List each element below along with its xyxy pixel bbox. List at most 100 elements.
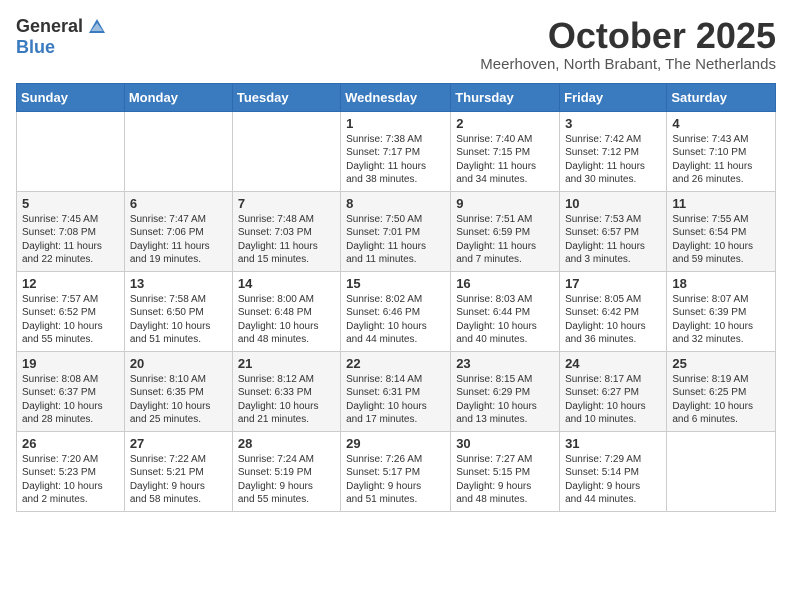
day-info: Sunrise: 7:26 AM Sunset: 5:17 PM Dayligh… [346, 453, 445, 507]
weekday-header-thursday: Thursday [451, 83, 560, 111]
calendar-cell: 10 Sunrise: 7:53 AM Sunset: 6:57 PM Dayli… [560, 191, 667, 271]
calendar-cell: 26 Sunrise: 7:20 AM Sunset: 5:23 PM Dayli… [17, 431, 125, 511]
day-number: 25 [672, 356, 770, 371]
day-number: 18 [672, 276, 770, 291]
calendar-week-row: 5Sunrise: 7:45 AM Sunset: 7:08 PM Daylig… [17, 191, 776, 271]
weekday-header-friday: Friday [560, 83, 667, 111]
calendar-cell: 31Sunrise: 7:29 AM Sunset: 5:14 PM Dayli… [560, 431, 667, 511]
calendar-cell: 14Sunrise: 8:00 AM Sunset: 6:48 PM Dayli… [232, 271, 340, 351]
day-number: 4 [672, 116, 770, 131]
day-number: 16 [456, 276, 554, 291]
calendar-cell: 3Sunrise: 7:42 AM Sunset: 7:12 PM Daylig… [560, 111, 667, 191]
day-info: Sunrise: 7:53 AM Sunset: 6:57 PM Dayligh… [565, 213, 661, 267]
day-info: Sunrise: 7:48 AM Sunset: 7:03 PM Dayligh… [238, 213, 335, 267]
day-info: Sunrise: 8:00 AM Sunset: 6:48 PM Dayligh… [238, 293, 335, 347]
calendar-cell: 21 Sunrise: 8:12 AM Sunset: 6:33 PM Dayli… [232, 351, 340, 431]
day-number: 8 [346, 196, 445, 211]
calendar-cell: 29 Sunrise: 7:26 AM Sunset: 5:17 PM Dayli… [341, 431, 451, 511]
day-info: Sunrise: 7:38 AM Sunset: 7:17 PM Dayligh… [346, 133, 445, 187]
day-number: 9 [456, 196, 554, 211]
logo: General Blue [16, 16, 107, 58]
calendar-cell: 30 Sunrise: 7:27 AM Sunset: 5:15 PM Dayli… [451, 431, 560, 511]
calendar-cell: 16 Sunrise: 8:03 AM Sunset: 6:44 PM Dayli… [451, 271, 560, 351]
calendar-cell: 24 Sunrise: 8:17 AM Sunset: 6:27 PM Dayli… [560, 351, 667, 431]
calendar-cell: 28Sunrise: 7:24 AM Sunset: 5:19 PM Dayli… [232, 431, 340, 511]
day-info: Sunrise: 8:05 AM Sunset: 6:42 PM Dayligh… [565, 293, 661, 347]
calendar-week-row: 1 Sunrise: 7:38 AM Sunset: 7:17 PM Daylig… [17, 111, 776, 191]
calendar-cell: 23 Sunrise: 8:15 AM Sunset: 6:29 PM Dayli… [451, 351, 560, 431]
calendar-cell: 9 Sunrise: 7:51 AM Sunset: 6:59 PM Daylig… [451, 191, 560, 271]
weekday-header-saturday: Saturday [667, 83, 776, 111]
day-number: 29 [346, 436, 445, 451]
calendar-cell: 5Sunrise: 7:45 AM Sunset: 7:08 PM Daylig… [17, 191, 125, 271]
day-number: 21 [238, 356, 335, 371]
day-info: Sunrise: 7:20 AM Sunset: 5:23 PM Dayligh… [22, 453, 119, 507]
day-number: 15 [346, 276, 445, 291]
calendar-cell: 17Sunrise: 8:05 AM Sunset: 6:42 PM Dayli… [560, 271, 667, 351]
day-info: Sunrise: 8:12 AM Sunset: 6:33 PM Dayligh… [238, 373, 335, 427]
day-info: Sunrise: 7:22 AM Sunset: 5:21 PM Dayligh… [130, 453, 227, 507]
logo-icon [87, 17, 107, 37]
day-number: 10 [565, 196, 661, 211]
day-info: Sunrise: 8:07 AM Sunset: 6:39 PM Dayligh… [672, 293, 770, 347]
calendar-cell: 25Sunrise: 8:19 AM Sunset: 6:25 PM Dayli… [667, 351, 776, 431]
day-info: Sunrise: 7:50 AM Sunset: 7:01 PM Dayligh… [346, 213, 445, 267]
day-info: Sunrise: 7:51 AM Sunset: 6:59 PM Dayligh… [456, 213, 554, 267]
weekday-header-wednesday: Wednesday [341, 83, 451, 111]
day-number: 24 [565, 356, 661, 371]
day-number: 30 [456, 436, 554, 451]
calendar-cell: 11Sunrise: 7:55 AM Sunset: 6:54 PM Dayli… [667, 191, 776, 271]
day-info: Sunrise: 7:29 AM Sunset: 5:14 PM Dayligh… [565, 453, 661, 507]
weekday-header-monday: Monday [124, 83, 232, 111]
weekday-header-tuesday: Tuesday [232, 83, 340, 111]
day-info: Sunrise: 8:10 AM Sunset: 6:35 PM Dayligh… [130, 373, 227, 427]
calendar-cell: 15 Sunrise: 8:02 AM Sunset: 6:46 PM Dayli… [341, 271, 451, 351]
title-area: October 2025 Meerhoven, North Brabant, T… [480, 16, 776, 73]
day-info: Sunrise: 7:43 AM Sunset: 7:10 PM Dayligh… [672, 133, 770, 187]
day-number: 26 [22, 436, 119, 451]
logo-general-text: General [16, 16, 83, 37]
calendar-cell: 6Sunrise: 7:47 AM Sunset: 7:06 PM Daylig… [124, 191, 232, 271]
calendar-cell: 19 Sunrise: 8:08 AM Sunset: 6:37 PM Dayli… [17, 351, 125, 431]
day-number: 27 [130, 436, 227, 451]
day-info: Sunrise: 8:15 AM Sunset: 6:29 PM Dayligh… [456, 373, 554, 427]
calendar-cell: 12 Sunrise: 7:57 AM Sunset: 6:52 PM Dayli… [17, 271, 125, 351]
day-number: 7 [238, 196, 335, 211]
month-title: October 2025 [480, 16, 776, 56]
day-info: Sunrise: 8:08 AM Sunset: 6:37 PM Dayligh… [22, 373, 119, 427]
day-number: 1 [346, 116, 445, 131]
calendar-cell: 22 Sunrise: 8:14 AM Sunset: 6:31 PM Dayli… [341, 351, 451, 431]
day-info: Sunrise: 8:14 AM Sunset: 6:31 PM Dayligh… [346, 373, 445, 427]
day-number: 23 [456, 356, 554, 371]
calendar-cell: 27 Sunrise: 7:22 AM Sunset: 5:21 PM Dayli… [124, 431, 232, 511]
day-number: 19 [22, 356, 119, 371]
calendar-cell: 20Sunrise: 8:10 AM Sunset: 6:35 PM Dayli… [124, 351, 232, 431]
day-info: Sunrise: 7:42 AM Sunset: 7:12 PM Dayligh… [565, 133, 661, 187]
calendar-cell: 2Sunrise: 7:40 AM Sunset: 7:15 PM Daylig… [451, 111, 560, 191]
day-number: 12 [22, 276, 119, 291]
day-info: Sunrise: 7:45 AM Sunset: 7:08 PM Dayligh… [22, 213, 119, 267]
day-info: Sunrise: 7:27 AM Sunset: 5:15 PM Dayligh… [456, 453, 554, 507]
calendar-cell: 7 Sunrise: 7:48 AM Sunset: 7:03 PM Daylig… [232, 191, 340, 271]
calendar-cell: 18 Sunrise: 8:07 AM Sunset: 6:39 PM Dayli… [667, 271, 776, 351]
day-info: Sunrise: 8:17 AM Sunset: 6:27 PM Dayligh… [565, 373, 661, 427]
calendar-week-row: 19 Sunrise: 8:08 AM Sunset: 6:37 PM Dayli… [17, 351, 776, 431]
day-info: Sunrise: 7:57 AM Sunset: 6:52 PM Dayligh… [22, 293, 119, 347]
day-number: 22 [346, 356, 445, 371]
day-info: Sunrise: 8:03 AM Sunset: 6:44 PM Dayligh… [456, 293, 554, 347]
calendar-cell [232, 111, 340, 191]
calendar-table: SundayMondayTuesdayWednesdayThursdayFrid… [16, 83, 776, 512]
day-number: 13 [130, 276, 227, 291]
location-title: Meerhoven, North Brabant, The Netherland… [480, 56, 776, 73]
calendar-cell: 8 Sunrise: 7:50 AM Sunset: 7:01 PM Daylig… [341, 191, 451, 271]
day-info: Sunrise: 8:02 AM Sunset: 6:46 PM Dayligh… [346, 293, 445, 347]
day-info: Sunrise: 7:47 AM Sunset: 7:06 PM Dayligh… [130, 213, 227, 267]
calendar-week-row: 26 Sunrise: 7:20 AM Sunset: 5:23 PM Dayli… [17, 431, 776, 511]
page-header: General Blue October 2025 Meerhoven, Nor… [16, 16, 776, 73]
logo-blue-text: Blue [16, 37, 55, 58]
calendar-cell: 4 Sunrise: 7:43 AM Sunset: 7:10 PM Daylig… [667, 111, 776, 191]
weekday-header-row: SundayMondayTuesdayWednesdayThursdayFrid… [17, 83, 776, 111]
day-number: 11 [672, 196, 770, 211]
calendar-cell [667, 431, 776, 511]
day-number: 2 [456, 116, 554, 131]
